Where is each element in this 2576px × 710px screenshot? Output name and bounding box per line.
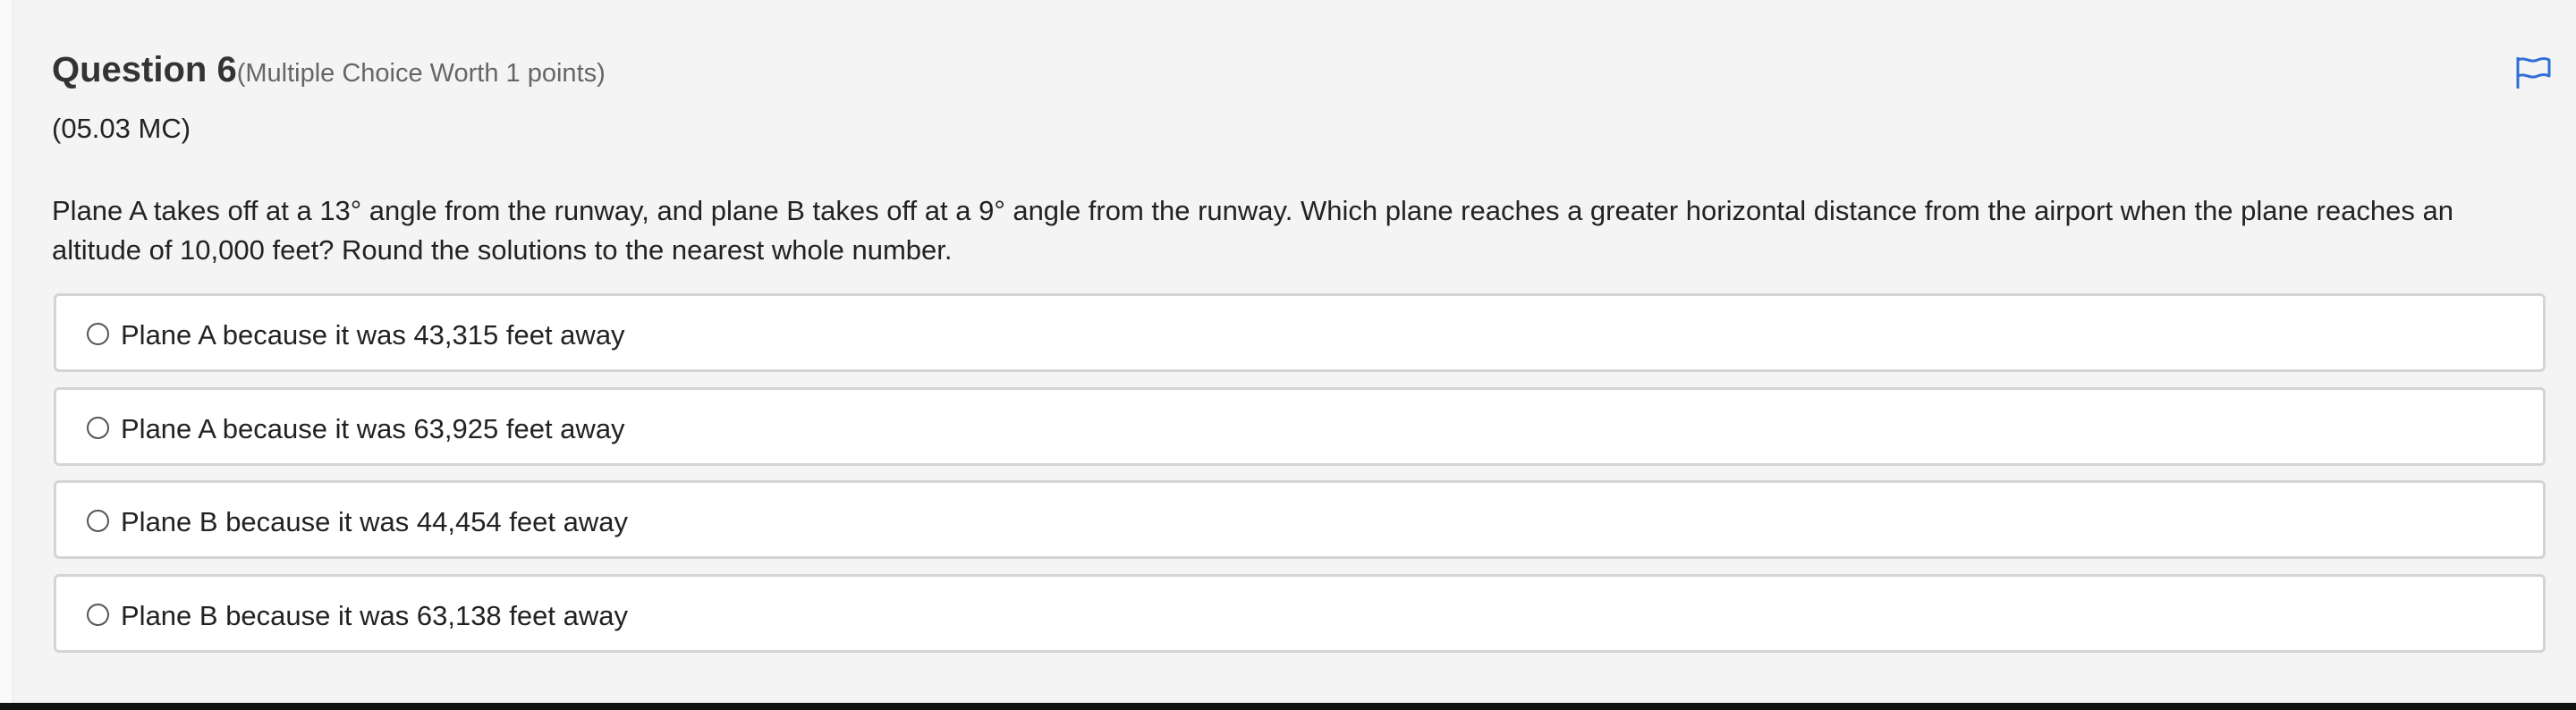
question-type-info: (Multiple Choice Worth 1 points) bbox=[236, 59, 606, 88]
answer-choice-1[interactable]: Plane A because it was 43,315 feet away bbox=[54, 293, 2546, 372]
answer-choice-label: Plane B because it was 63,138 feet away bbox=[121, 600, 628, 631]
flag-question-button[interactable] bbox=[2514, 55, 2552, 89]
bottom-bar bbox=[0, 703, 2576, 710]
question-code: (05.03 MC) bbox=[52, 113, 191, 144]
radio-button[interactable] bbox=[87, 417, 109, 439]
question-text: Plane A takes off at a 13° angle from th… bbox=[52, 195, 2453, 266]
answer-choice-4[interactable]: Plane B because it was 63,138 feet away bbox=[54, 574, 2546, 653]
quiz-page: Question 6 (Multiple Choice Worth 1 poin… bbox=[0, 0, 2576, 710]
radio-button[interactable] bbox=[87, 510, 109, 532]
left-edge-panel bbox=[0, 0, 13, 703]
answer-choice-label: Plane A because it was 63,925 feet away bbox=[121, 413, 625, 444]
answer-choice-2[interactable]: Plane A because it was 63,925 feet away bbox=[54, 387, 2546, 466]
radio-button[interactable] bbox=[87, 604, 109, 626]
answer-choice-label: Plane A because it was 43,315 feet away bbox=[121, 319, 625, 351]
radio-button[interactable] bbox=[87, 323, 109, 345]
question-header: Question 6 (Multiple Choice Worth 1 poin… bbox=[52, 50, 606, 90]
flag-icon bbox=[2516, 57, 2551, 89]
answer-choice-label: Plane B because it was 44,454 feet away bbox=[121, 506, 628, 537]
question-title: Question 6 bbox=[52, 50, 237, 89]
answer-choice-3[interactable]: Plane B because it was 44,454 feet away bbox=[54, 480, 2546, 559]
